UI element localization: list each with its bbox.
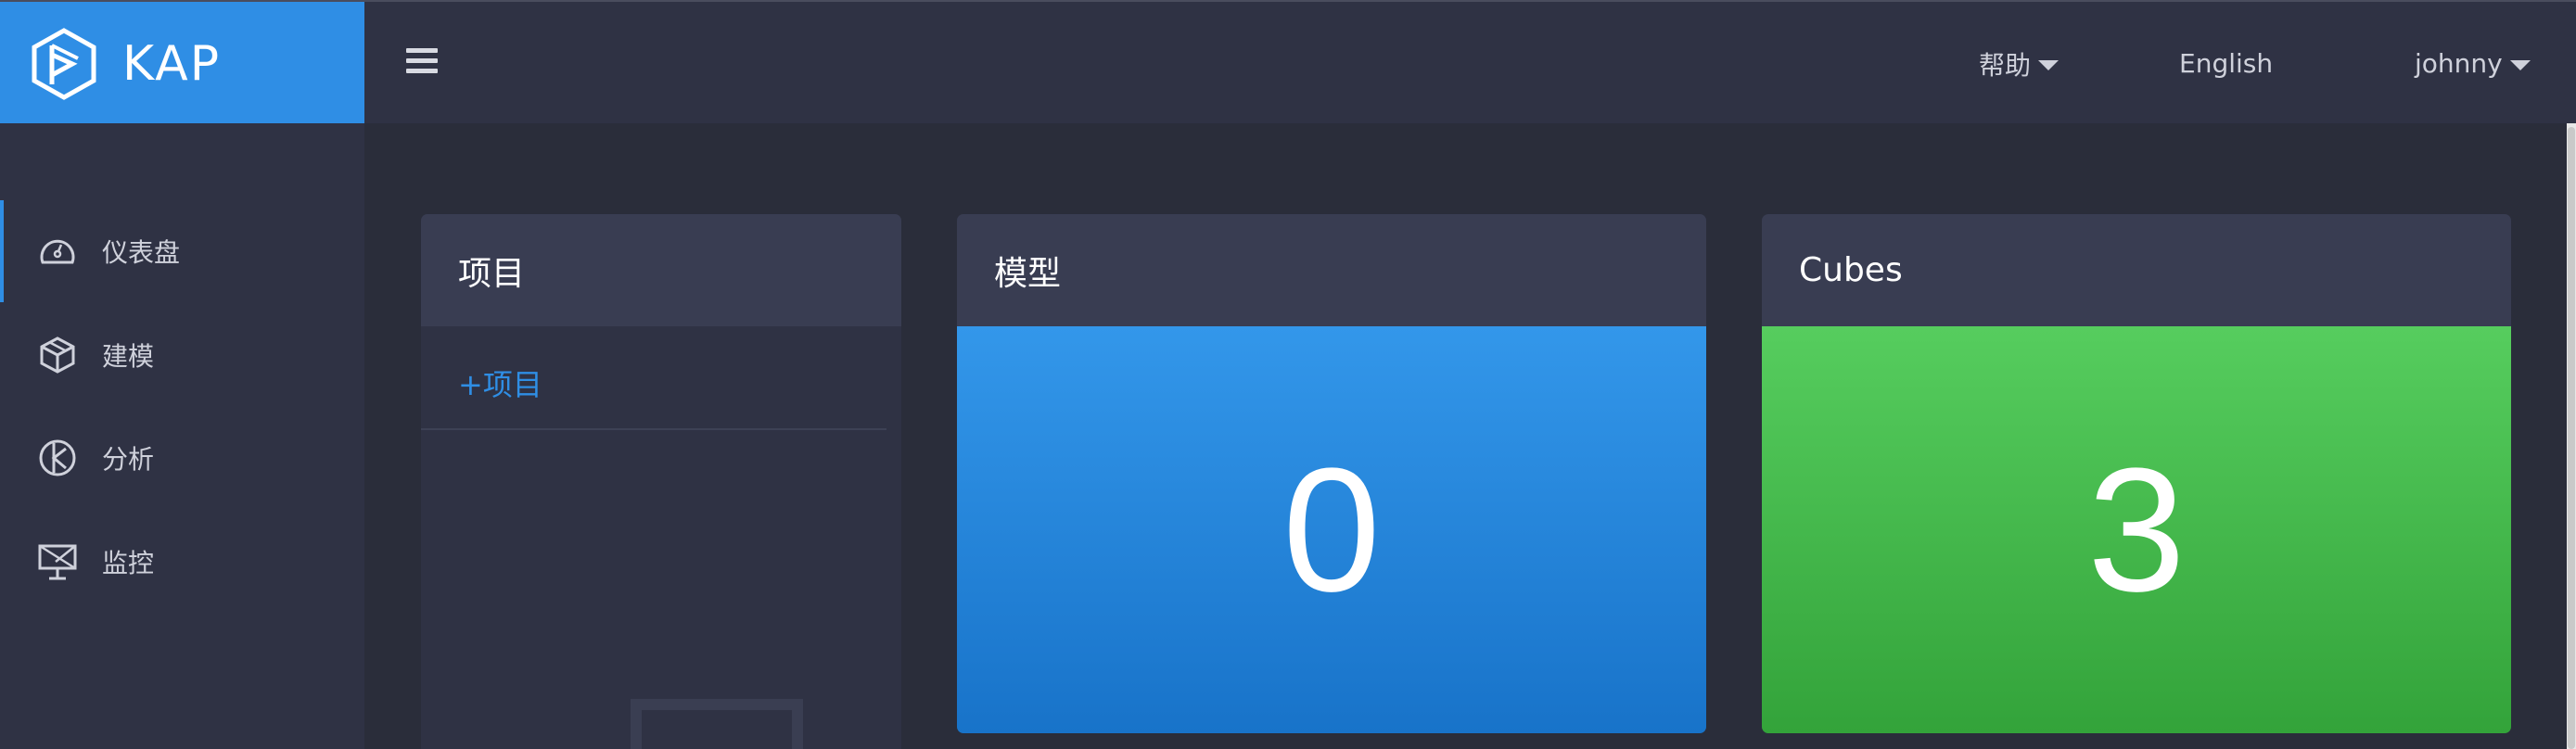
analysis-icon — [39, 439, 76, 476]
sidebar-item-monitor[interactable]: 监控 — [0, 511, 364, 613]
sidebar-item-label: 分析 — [102, 444, 155, 475]
models-card[interactable]: 模型 0 — [957, 214, 1706, 733]
sidebar-item-label: 监控 — [102, 548, 155, 578]
projects-card-title: 项目 — [421, 214, 901, 326]
menu-toggle-icon[interactable] — [406, 48, 438, 76]
kap-logo-icon — [32, 27, 96, 100]
sidebar-item-analysis[interactable]: 分析 — [0, 407, 364, 509]
caret-down-icon — [2038, 60, 2060, 70]
sidebar-item-label: 建模 — [102, 341, 155, 372]
cubes-card[interactable]: Cubes 3 — [1762, 214, 2511, 733]
projects-card: 项目 +项目 — [421, 214, 901, 749]
sidebar-item-dashboard[interactable]: 仪表盘 — [0, 200, 364, 302]
sidebar-item-label: 仪表盘 — [102, 237, 181, 268]
scrollbar-thumb[interactable] — [2568, 127, 2575, 749]
cubes-count: 3 — [1762, 326, 2511, 733]
help-label: 帮助 — [1979, 49, 2032, 81]
sidebar-item-modeling[interactable]: 建模 — [0, 304, 364, 406]
brand-name: KAP — [122, 35, 222, 92]
brand[interactable]: KAP — [0, 2, 364, 125]
sidebar: 仪表盘 建模 分析 监控 — [0, 123, 364, 749]
user-label: johnny — [2415, 48, 2503, 79]
dashboard-icon — [40, 239, 75, 264]
empty-placeholder-icon — [631, 699, 803, 749]
add-project-link[interactable]: +项目 — [421, 326, 886, 430]
cubes-card-title: Cubes — [1762, 214, 2511, 326]
models-card-title: 模型 — [957, 214, 1706, 326]
language-switch[interactable]: English — [2179, 2, 2273, 125]
top-header: KAP 帮助 English johnny — [0, 0, 2576, 125]
monitor-icon — [38, 544, 77, 580]
models-count: 0 — [957, 326, 1706, 733]
caret-down-icon — [2509, 60, 2531, 70]
language-label: English — [2179, 48, 2274, 79]
user-menu[interactable]: johnny — [2415, 2, 2531, 125]
cube-icon — [40, 336, 75, 374]
help-menu[interactable]: 帮助 — [1979, 2, 2060, 125]
